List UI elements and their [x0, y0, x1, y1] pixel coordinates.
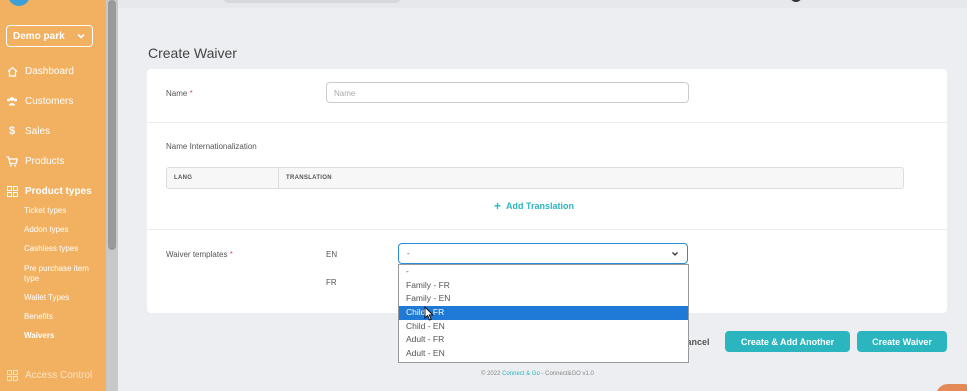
- park-selector[interactable]: Demo park: [6, 25, 93, 47]
- waiver-template-dropdown: - Family - FR Family - EN Child - FR Chi…: [398, 264, 689, 363]
- templates-label: Waiver templates *: [166, 250, 233, 259]
- sidebar-item-customers[interactable]: Customers: [6, 95, 73, 107]
- dropdown-option[interactable]: -: [399, 265, 688, 279]
- create-waiver-button[interactable]: Create Waiver: [857, 331, 947, 352]
- sidebar-scrollbar[interactable]: [106, 0, 118, 391]
- plus-icon: +: [494, 199, 502, 213]
- footer-copyright: © 2022: [481, 371, 501, 377]
- cart-icon: [6, 155, 18, 167]
- sidebar-item-label: Access Control: [25, 369, 93, 381]
- logo-icon: [8, 0, 30, 6]
- sidebar-subitem-waivers[interactable]: Waivers: [24, 331, 54, 341]
- divider: [147, 122, 947, 123]
- chevron-down-icon: [77, 33, 85, 39]
- name-input[interactable]: Name: [326, 82, 689, 103]
- home-icon: [6, 65, 18, 77]
- footer-brand-link[interactable]: Connect & Go: [502, 371, 540, 377]
- select-value: -: [407, 249, 410, 258]
- grid-icon: [6, 185, 18, 197]
- park-selector-label: Demo park: [13, 30, 65, 42]
- sidebar-subitem-wallet-types[interactable]: Wallet Types: [24, 293, 69, 303]
- sidebar-item-label: Product types: [25, 185, 92, 197]
- column-separator: [278, 168, 279, 188]
- dropdown-option[interactable]: Family - EN: [399, 292, 688, 306]
- sidebar-subitem-cashless-types[interactable]: Cashless types: [24, 244, 78, 254]
- waiver-template-select-en[interactable]: -: [398, 243, 688, 264]
- users-icon: [6, 95, 18, 107]
- search-input[interactable]: [224, 0, 400, 3]
- intl-label: Name Internationalization: [166, 142, 257, 151]
- col-lang: LANG: [174, 175, 193, 181]
- add-translation-button[interactable]: + Add Translation: [494, 199, 574, 213]
- sidebar-item-label: Customers: [25, 95, 74, 107]
- sidebar-item-sales[interactable]: $ Sales: [6, 125, 50, 137]
- grid-icon: [6, 369, 18, 381]
- required-mark: *: [189, 89, 193, 98]
- lang-fr-label: FR: [326, 278, 337, 287]
- sidebar-subitem-addon-types[interactable]: Addon types: [24, 225, 68, 235]
- dropdown-option-selected[interactable]: Child - FR: [399, 306, 688, 320]
- dropdown-option[interactable]: Adult - FR: [399, 333, 688, 347]
- required-mark: *: [229, 250, 233, 259]
- top-bar: [118, 0, 967, 8]
- name-label: Name *: [166, 89, 193, 98]
- chevron-down-icon: [672, 251, 678, 256]
- sidebar-item-label: Dashboard: [25, 65, 74, 77]
- col-translation: TRANSLATION: [286, 175, 332, 181]
- lang-en-label: EN: [326, 250, 338, 259]
- mouse-cursor-icon: [424, 306, 434, 321]
- sidebar-item-product-types[interactable]: Product types: [6, 185, 92, 197]
- sidebar-subitem-ticket-types[interactable]: Ticket types: [24, 206, 66, 216]
- sidebar-subitem-pre-purchase-item-type[interactable]: Pre purchase item type: [24, 264, 100, 284]
- name-label-text: Name: [166, 89, 188, 98]
- dropdown-option[interactable]: Child - EN: [399, 320, 688, 334]
- footer-separator: -: [541, 371, 544, 377]
- translation-table: LANG TRANSLATION: [166, 167, 904, 189]
- footer: © 2022 Connect & Go - Connect&GO v1.0: [481, 371, 594, 377]
- sidebar-subitem-benefits[interactable]: Benefits: [24, 312, 53, 322]
- dollar-icon: $: [8, 125, 16, 137]
- avatar[interactable]: [790, 0, 802, 2]
- sidebar-item-label: Products: [25, 155, 65, 167]
- sidebar-item-dashboard[interactable]: Dashboard: [6, 65, 74, 77]
- scrollbar-thumb[interactable]: [108, 0, 116, 250]
- dropdown-option[interactable]: Adult - EN: [399, 347, 688, 361]
- sidebar-item-access-control[interactable]: Access Control: [6, 369, 92, 381]
- add-translation-label: Add Translation: [506, 201, 575, 211]
- footer-version: Connect&GO v1.0: [545, 371, 594, 377]
- dropdown-option[interactable]: Family - FR: [399, 279, 688, 293]
- page-title: Create Waiver: [148, 45, 237, 61]
- create-add-another-button[interactable]: Create & Add Another: [725, 331, 850, 352]
- sidebar-item-products[interactable]: Products: [6, 155, 64, 167]
- sidebar: Demo park Dashboard Customers $ Sales Pr…: [0, 0, 106, 391]
- sidebar-item-label: Sales: [25, 125, 51, 137]
- templates-label-text: Waiver templates: [166, 250, 228, 259]
- help-widget[interactable]: [936, 384, 967, 391]
- divider: [147, 229, 947, 230]
